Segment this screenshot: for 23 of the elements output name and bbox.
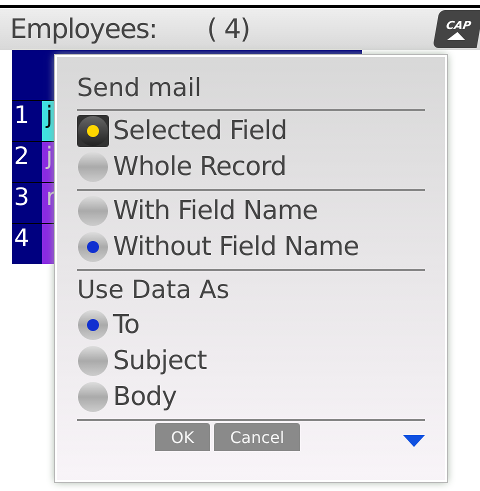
radio-button[interactable] bbox=[77, 115, 109, 147]
option-label[interactable]: Body bbox=[113, 382, 177, 412]
row-number: 4 bbox=[12, 224, 42, 264]
caps-indicator: CAP bbox=[432, 10, 480, 48]
section-heading: Use Data As bbox=[77, 274, 230, 306]
row-number: 2 bbox=[12, 142, 42, 182]
radio-button[interactable] bbox=[77, 309, 109, 341]
record-count: ( 4) bbox=[206, 14, 250, 44]
row-number: 3 bbox=[12, 183, 42, 223]
option-label[interactable]: Without Field Name bbox=[113, 232, 359, 262]
option-label[interactable]: Selected Field bbox=[113, 116, 287, 146]
row-number: 1 bbox=[12, 101, 42, 141]
radio-button[interactable] bbox=[77, 195, 109, 227]
option-label[interactable]: Whole Record bbox=[113, 152, 286, 182]
radio-button[interactable] bbox=[77, 381, 109, 413]
radio-button[interactable] bbox=[77, 151, 109, 183]
option-label[interactable]: To bbox=[113, 310, 140, 340]
option-label[interactable]: With Field Name bbox=[113, 196, 318, 226]
radio-button[interactable] bbox=[77, 231, 109, 263]
dialog-title: Send mail bbox=[77, 72, 202, 104]
option-label[interactable]: Subject bbox=[113, 346, 207, 376]
radio-button[interactable] bbox=[77, 345, 109, 377]
header-title: Employees: bbox=[10, 14, 157, 44]
